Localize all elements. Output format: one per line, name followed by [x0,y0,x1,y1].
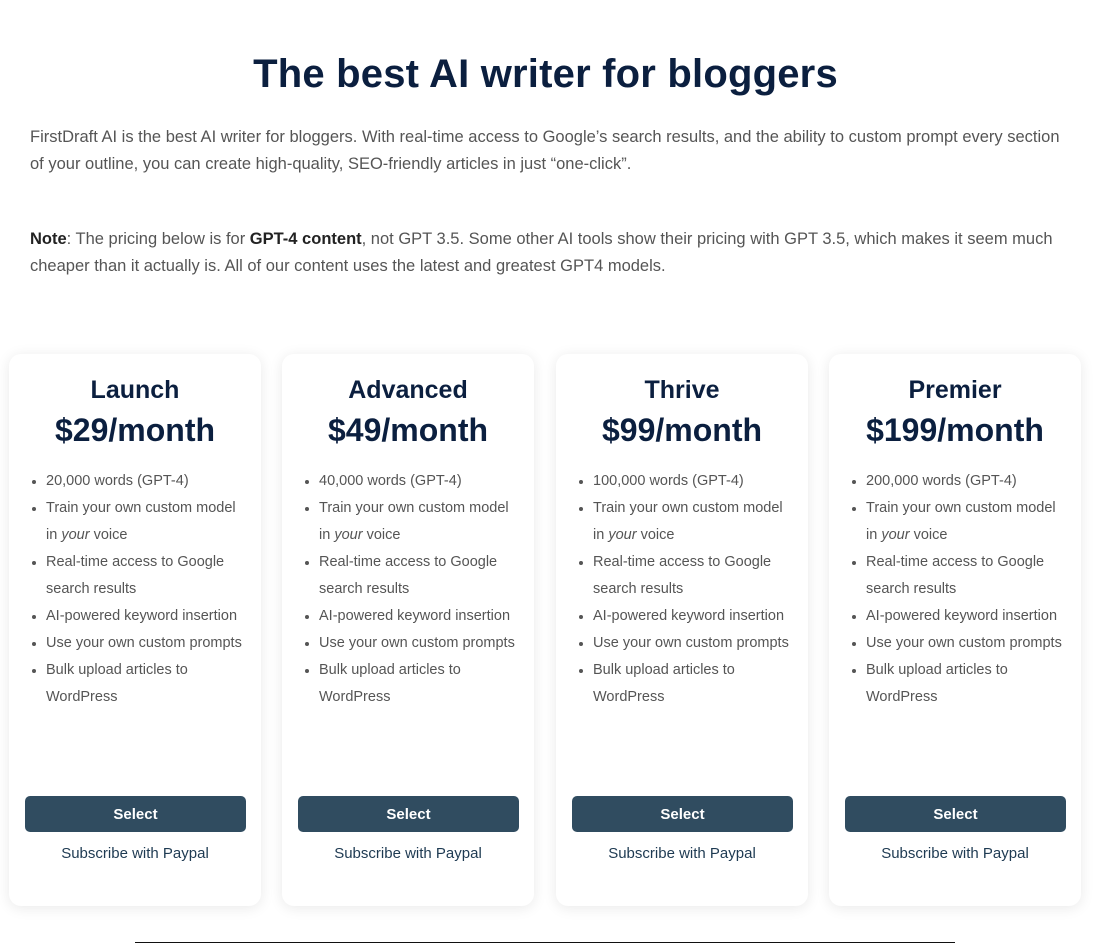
feature-words: 200,000 words (GPT-4) [866,468,1066,495]
page-title: The best AI writer for bloggers [253,52,838,96]
feature-list: 20,000 words (GPT-4) Train your own cust… [46,468,246,711]
select-button[interactable]: Select [25,796,246,832]
subscribe-paypal-link[interactable]: Subscribe with Paypal [9,845,261,862]
feature-bulk-upload: Bulk upload articles to WordPress [319,657,519,711]
feature-realtime-google: Real-time access to Google search result… [866,549,1066,603]
plan-card-premier: Premier $199/month 200,000 words (GPT-4)… [829,354,1081,906]
feature-train-model: Train your own custom model in your voic… [593,495,793,549]
feature-custom-prompts: Use your own custom prompts [46,630,246,657]
select-button[interactable]: Select [572,796,793,832]
select-button[interactable]: Select [298,796,519,832]
plan-name: Advanced [348,376,468,404]
feature-realtime-google: Real-time access to Google search result… [46,549,246,603]
feature-bulk-upload: Bulk upload articles to WordPress [593,657,793,711]
feature-list: 40,000 words (GPT-4) Train your own cust… [319,468,519,711]
feature-train-model: Train your own custom model in your voic… [866,495,1066,549]
feature-words: 20,000 words (GPT-4) [46,468,246,495]
note-bold-gpt4: GPT-4 content [249,230,362,248]
feature-train-model: Train your own custom model in your voic… [319,495,519,549]
feature-keyword-insertion: AI-powered keyword insertion [46,603,246,630]
plan-price: $199/month [866,412,1044,448]
feature-realtime-google: Real-time access to Google search result… [319,549,519,603]
feature-custom-prompts: Use your own custom prompts [866,630,1066,657]
feature-emphasis: your [881,527,910,543]
note-text-1: : The pricing below is for [66,230,250,248]
plan-name: Launch [90,376,180,404]
plan-card-launch: Launch $29/month 20,000 words (GPT-4) Tr… [9,354,261,906]
feature-emphasis: your [608,527,637,543]
feature-list: 200,000 words (GPT-4) Train your own cus… [866,468,1066,711]
feature-realtime-google: Real-time access to Google search result… [593,549,793,603]
subscribe-paypal-link[interactable]: Subscribe with Paypal [829,845,1081,862]
feature-train-model: Train your own custom model in your voic… [46,495,246,549]
subscribe-paypal-link[interactable]: Subscribe with Paypal [282,845,534,862]
plan-name: Thrive [644,376,720,404]
pricing-plans: Launch $29/month 20,000 words (GPT-4) Tr… [9,354,1081,906]
select-button[interactable]: Select [845,796,1066,832]
section-divider [135,942,955,943]
feature-text: voice [362,527,401,543]
note-paragraph: Note: The pricing below is for GPT-4 con… [30,226,1060,280]
plan-card-advanced: Advanced $49/month 40,000 words (GPT-4) … [282,354,534,906]
subscribe-paypal-link[interactable]: Subscribe with Paypal [556,845,808,862]
intro-paragraph: FirstDraft AI is the best AI writer for … [30,128,1060,173]
feature-keyword-insertion: AI-powered keyword insertion [593,603,793,630]
plan-price: $99/month [601,412,763,448]
feature-text: voice [636,527,675,543]
note-label: Note [30,230,67,248]
plan-name: Premier [908,376,1002,404]
feature-text: voice [909,527,948,543]
feature-words: 40,000 words (GPT-4) [319,468,519,495]
feature-custom-prompts: Use your own custom prompts [319,630,519,657]
feature-text: voice [89,527,128,543]
feature-emphasis: your [61,527,90,543]
plan-price: $49/month [327,412,489,448]
feature-bulk-upload: Bulk upload articles to WordPress [866,657,1066,711]
feature-keyword-insertion: AI-powered keyword insertion [319,603,519,630]
feature-bulk-upload: Bulk upload articles to WordPress [46,657,246,711]
feature-keyword-insertion: AI-powered keyword insertion [866,603,1066,630]
feature-custom-prompts: Use your own custom prompts [593,630,793,657]
feature-emphasis: your [334,527,363,543]
feature-list: 100,000 words (GPT-4) Train your own cus… [593,468,793,711]
plan-price: $29/month [54,412,216,448]
plan-card-thrive: Thrive $99/month 100,000 words (GPT-4) T… [556,354,808,906]
feature-words: 100,000 words (GPT-4) [593,468,793,495]
